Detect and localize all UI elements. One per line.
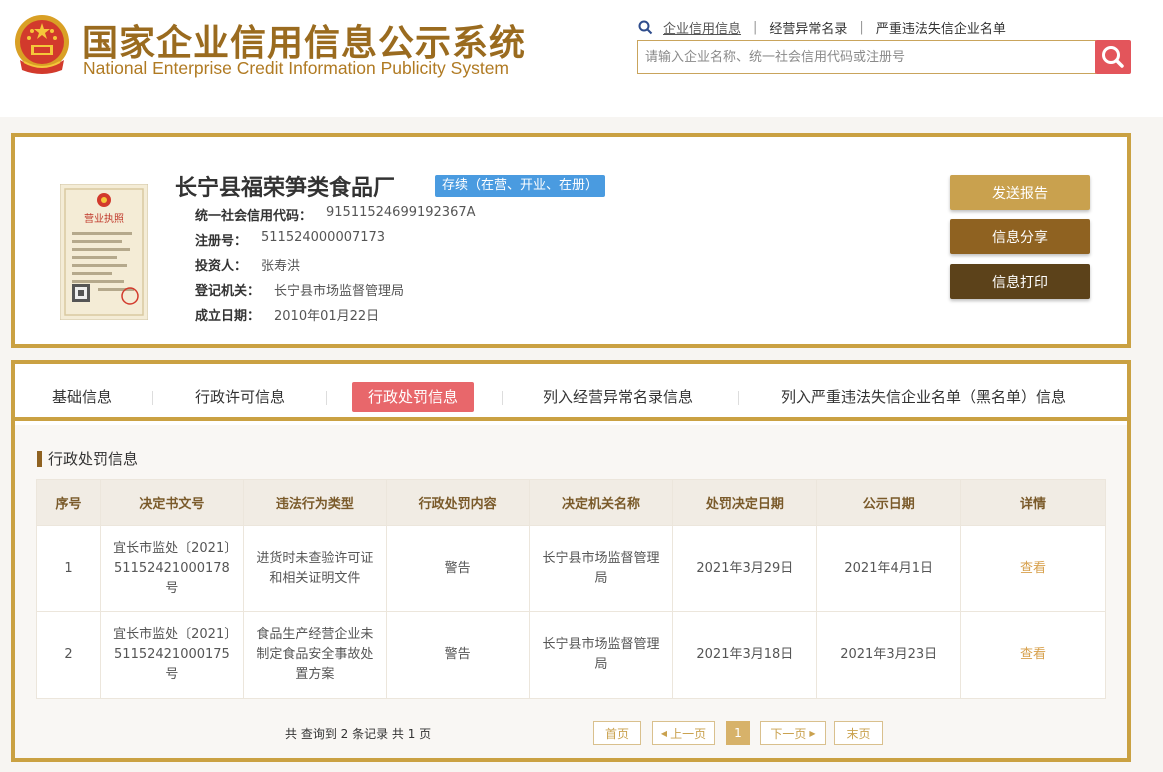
field-label: 登记机关： xyxy=(195,284,261,299)
nav-divider: | xyxy=(753,20,758,35)
search-button[interactable] xyxy=(1095,40,1131,74)
cell-violation-type: 进货时未查验许可证和相关证明文件 xyxy=(242,525,387,612)
penalty-content: 行政处罚信息 序号 决定书文号 违法行为类型 行政处罚内容 决定机关名称 处罚决… xyxy=(15,425,1127,758)
search-icon xyxy=(1102,46,1124,68)
company-name: 长宁县福荣笋类食品厂 xyxy=(175,176,396,201)
cell-index: 1 xyxy=(36,525,101,612)
tab-abnormal-list[interactable]: 列入经营异常名录信息 xyxy=(543,382,693,412)
field-label: 投资人： xyxy=(195,259,248,274)
detail-panel: 基础信息 行政许可信息 行政处罚信息 列入经营异常名录信息 列入严重违法失信企业… xyxy=(11,360,1131,762)
investor-row: 投资人： 张寿洪 xyxy=(195,255,300,274)
cell-decision-no: 宜长市监处〔2021〕51152421000175号 xyxy=(99,611,244,699)
current-page[interactable]: 1 xyxy=(726,721,750,745)
site-header: 国家企业信用信息公示系统 National Enterprise Credit … xyxy=(0,0,1163,117)
credit-code-row: 统一社会信用代码： 91511524699192367A xyxy=(195,205,476,224)
business-license-image[interactable]: 营业执照 xyxy=(60,184,148,320)
view-detail-link[interactable]: 查看 xyxy=(1020,647,1046,662)
col-header-penalty-content: 行政处罚内容 xyxy=(385,479,530,526)
cell-decision-no: 宜长市监处〔2021〕51152421000178号 xyxy=(99,525,244,612)
col-header-authority: 决定机关名称 xyxy=(528,479,674,526)
share-info-button[interactable]: 信息分享 xyxy=(950,219,1090,254)
field-value: 2010年01月22日 xyxy=(274,309,380,324)
founded-date-row: 成立日期： 2010年01月22日 xyxy=(195,305,379,324)
cell-authority: 长宁县市场监督管理局 xyxy=(528,525,674,612)
field-value: 511524000007173 xyxy=(261,230,386,245)
col-header-publish-date: 公示日期 xyxy=(816,479,962,526)
cell-penalty-content: 警告 xyxy=(385,611,530,699)
table-row: 1 宜长市监处〔2021〕51152421000178号 进货时未查验许可证和相… xyxy=(36,525,1106,612)
view-detail-link[interactable]: 查看 xyxy=(1020,561,1046,576)
cell-publish-date: 2021年4月1日 xyxy=(816,525,962,612)
prev-page-label: 上一页 xyxy=(670,726,707,741)
search-box xyxy=(637,40,1096,74)
table-row: 2 宜长市监处〔2021〕51152421000175号 食品生产经营企业未制定… xyxy=(36,611,1106,699)
cell-detail: 查看 xyxy=(960,525,1106,612)
cell-authority: 长宁县市场监督管理局 xyxy=(528,611,674,699)
cell-violation-type: 食品生产经营企业未制定食品安全事故处置方案 xyxy=(242,611,387,699)
cell-index: 2 xyxy=(36,611,101,699)
tab-divider xyxy=(502,391,503,405)
authority-row: 登记机关： 长宁县市场监督管理局 xyxy=(195,280,404,299)
send-report-button[interactable]: 发送报告 xyxy=(950,175,1090,210)
field-label: 成立日期： xyxy=(195,309,261,324)
last-page-button[interactable]: 末页 xyxy=(834,721,883,745)
top-nav: 企业信用信息 | 经营异常名录 | 严重违法失信企业名单 xyxy=(638,18,1006,37)
cell-publish-date: 2021年3月23日 xyxy=(816,611,962,699)
col-header-violation-type: 违法行为类型 xyxy=(242,479,387,526)
search-icon xyxy=(638,20,653,35)
chevron-left-icon: ◀ xyxy=(660,728,668,738)
site-subtitle: National Enterprise Credit Information P… xyxy=(83,58,510,78)
cell-decision-date: 2021年3月18日 xyxy=(672,611,818,699)
prev-page-button[interactable]: ◀ 上一页 xyxy=(652,721,715,745)
company-summary-panel: 营业执照 长宁县福荣笋类食品厂 存续（在营、开业、在册） 统一社会信用代码： 9… xyxy=(11,133,1131,348)
col-header-decision-date: 处罚决定日期 xyxy=(672,479,818,526)
tab-divider xyxy=(738,391,739,405)
col-header-decision-no: 决定书文号 xyxy=(99,479,244,526)
nav-blacklist[interactable]: 严重违法失信企业名单 xyxy=(876,18,1006,37)
info-tabs: 基础信息 行政许可信息 行政处罚信息 列入经营异常名录信息 列入严重违法失信企业… xyxy=(15,364,1127,421)
reg-number-row: 注册号： 511524000007173 xyxy=(195,230,385,249)
nav-enterprise-credit[interactable]: 企业信用信息 xyxy=(663,18,741,37)
field-value: 长宁县市场监督管理局 xyxy=(274,284,405,299)
nav-divider: | xyxy=(859,20,864,35)
col-header-detail: 详情 xyxy=(960,479,1106,526)
table-header-row: 序号 决定书文号 违法行为类型 行政处罚内容 决定机关名称 处罚决定日期 公示日… xyxy=(36,479,1106,526)
status-badge: 存续（在营、开业、在册） xyxy=(435,175,606,197)
tab-basic-info[interactable]: 基础信息 xyxy=(52,382,112,412)
cell-detail: 查看 xyxy=(960,611,1106,699)
nav-abnormal-list[interactable]: 经营异常名录 xyxy=(769,18,847,37)
tab-admin-penalty[interactable]: 行政处罚信息 xyxy=(352,382,475,412)
field-value: 91511524699192367A xyxy=(326,205,476,220)
tab-divider xyxy=(326,391,327,405)
cell-decision-date: 2021年3月29日 xyxy=(672,525,818,612)
tab-admin-license[interactable]: 行政许可信息 xyxy=(195,382,285,412)
field-value: 张寿洪 xyxy=(261,259,301,274)
first-page-button[interactable]: 首页 xyxy=(593,721,641,745)
svg-text:营业执照: 营业执照 xyxy=(84,212,124,225)
next-page-label: 下一页 xyxy=(770,726,807,741)
cell-penalty-content: 警告 xyxy=(385,525,530,612)
chevron-right-icon: ▶ xyxy=(809,728,816,738)
tab-blacklist[interactable]: 列入严重违法失信企业名单（黑名单）信息 xyxy=(781,382,1066,412)
national-emblem-icon xyxy=(15,15,69,74)
col-header-index: 序号 xyxy=(36,479,101,526)
field-label: 注册号： xyxy=(195,234,248,249)
print-info-button[interactable]: 信息打印 xyxy=(950,264,1090,299)
penalty-table: 序号 决定书文号 违法行为类型 行政处罚内容 决定机关名称 处罚决定日期 公示日… xyxy=(36,479,1106,699)
section-title: 行政处罚信息 xyxy=(37,451,138,467)
pagination-summary: 共 查询到 2 条记录 共 1 页 xyxy=(285,727,432,741)
search-input[interactable] xyxy=(638,41,1096,73)
next-page-button[interactable]: 下一页 ▶ xyxy=(760,721,826,745)
tab-divider xyxy=(152,391,153,405)
field-label: 统一社会信用代码： xyxy=(195,209,313,224)
